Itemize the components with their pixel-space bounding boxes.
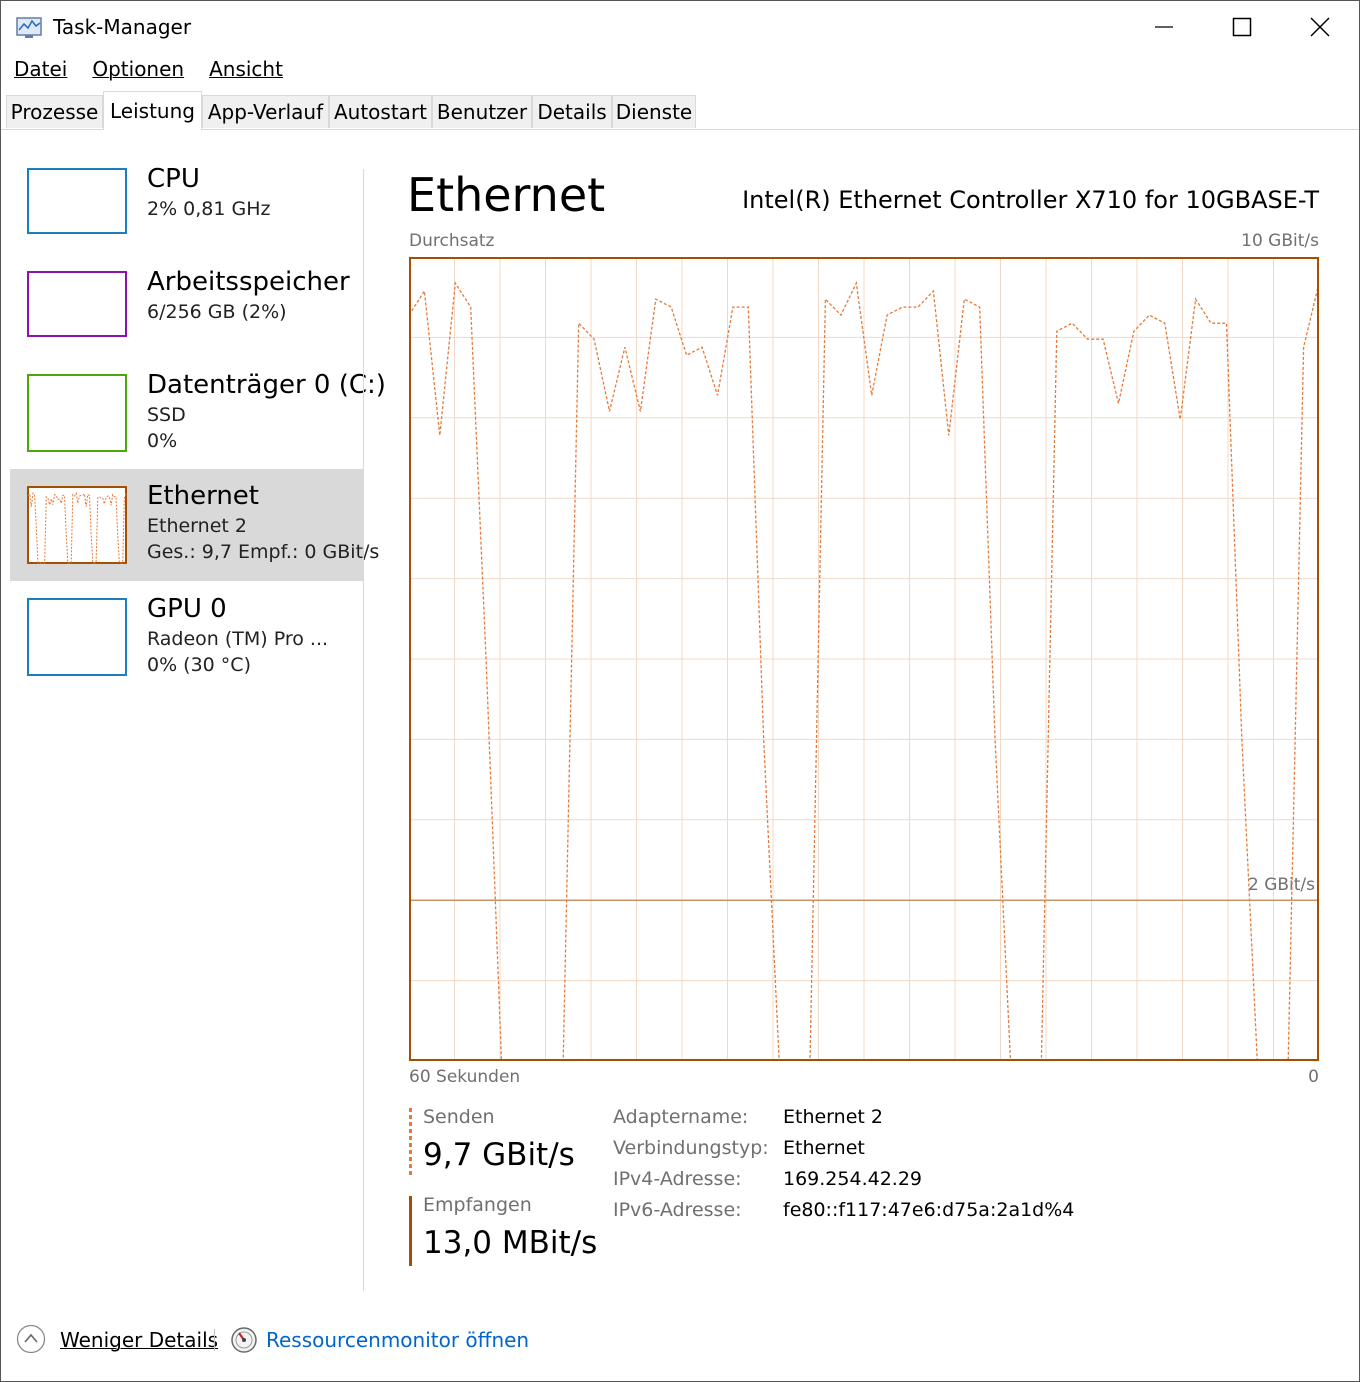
sidebar-gpu-title: GPU 0: [147, 594, 227, 624]
menu-optionen[interactable]: Optionen: [79, 57, 196, 85]
footer: Weniger Details Ressourcenmonitor öffnen: [1, 1301, 1359, 1381]
send-label: Senden: [423, 1106, 495, 1128]
property-value: 169.254.42.29: [783, 1168, 923, 1190]
sidebar-cpu-usage: 2% 0,81 GHz: [147, 198, 271, 220]
resource-sidebar: CPU 2% 0,81 GHz Arbeitsspeicher 6/256 GB…: [1, 130, 386, 1295]
performance-panel: Ethernet Intel(R) Ethernet Controller X7…: [365, 130, 1359, 1295]
tab-app-verlauf[interactable]: App-Verlauf: [202, 95, 329, 128]
chevron-up-circle-icon[interactable]: [16, 1324, 46, 1354]
property-value: Ethernet: [783, 1137, 865, 1159]
sidebar-item-ethernet[interactable]: Ethernet Ethernet 2 Ges.: 9,7 Empf.: 0 G…: [10, 469, 379, 581]
page-title: Ethernet: [407, 168, 606, 222]
property-key: IPv4-Adresse:: [613, 1168, 742, 1190]
receive-value: 13,0 MBit/s: [423, 1225, 598, 1261]
tab-prozesse[interactable]: Prozesse: [6, 95, 103, 128]
resource-monitor-icon: [231, 1327, 257, 1353]
sidebar-ethernet-title: Ethernet: [147, 481, 259, 511]
footer-separator: [214, 1329, 215, 1351]
sidebar-disk-usage: 0%: [147, 430, 178, 452]
menu-datei[interactable]: Datei: [1, 57, 79, 85]
sidebar-memory-title: Arbeitsspeicher: [147, 267, 350, 297]
disk-thumbnail: [27, 374, 127, 452]
title-bar: Task-Manager: [1, 1, 1359, 53]
memory-thumbnail: [27, 271, 127, 337]
device-name: Intel(R) Ethernet Controller X710 for 10…: [742, 186, 1319, 214]
property-value: fe80::f117:47e6:d75a:2a1d%4: [783, 1199, 1075, 1221]
time-left-label: 60 Sekunden: [409, 1067, 521, 1087]
sidebar-item-gpu[interactable]: GPU 0 Radeon (TM) Pro ... 0% (30 °C): [10, 582, 363, 694]
close-button[interactable]: [1281, 1, 1359, 53]
task-manager-window: Task-Manager Datei Optionen Ansicht Proz…: [0, 0, 1360, 1382]
tab-leistung[interactable]: Leistung: [103, 91, 202, 130]
throughput-chart: 2 GBit/s: [409, 257, 1319, 1061]
sidebar-disk-type: SSD: [147, 404, 186, 426]
tab-dienste[interactable]: Dienste: [612, 95, 696, 128]
tab-benutzer[interactable]: Benutzer: [432, 95, 532, 128]
fewer-details-button[interactable]: Weniger Details: [60, 1328, 218, 1352]
ethernet-thumbnail: [27, 486, 127, 564]
gpu-thumbnail: [27, 598, 127, 676]
menu-bar: Datei Optionen Ansicht: [1, 57, 295, 85]
maximize-icon: [1232, 17, 1252, 37]
property-key: Adaptername:: [613, 1106, 749, 1128]
cpu-thumbnail: [27, 168, 127, 234]
maximize-button[interactable]: [1203, 1, 1281, 53]
sidebar-ethernet-throughput: Ges.: 9,7 Empf.: 0 GBit/s: [147, 541, 380, 563]
sidebar-ethernet-adapter: Ethernet 2: [147, 515, 247, 537]
time-right-label: 0: [1308, 1067, 1319, 1087]
send-value: 9,7 GBit/s: [423, 1137, 575, 1173]
receive-label: Empfangen: [423, 1194, 532, 1216]
sidebar-disk-title: Datenträger 0 (C:): [147, 370, 386, 400]
sidebar-memory-usage: 6/256 GB (2%): [147, 301, 287, 323]
sidebar-item-disk[interactable]: Datenträger 0 (C:) SSD 0%: [10, 366, 386, 478]
menu-ansicht[interactable]: Ansicht: [196, 57, 295, 85]
task-manager-icon: [16, 17, 42, 38]
send-legend-bar: [409, 1108, 412, 1178]
minimize-button[interactable]: [1125, 1, 1203, 53]
sidebar-item-cpu[interactable]: CPU 2% 0,81 GHz: [10, 160, 363, 272]
graph-label: Durchsatz: [409, 231, 495, 251]
tab-strip: Prozesse Leistung App-Verlauf Autostart …: [1, 91, 1359, 130]
sidebar-item-memory[interactable]: Arbeitsspeicher 6/256 GB (2%): [10, 263, 363, 375]
property-key: Verbindungstyp:: [613, 1137, 769, 1159]
receive-legend-bar: [409, 1196, 412, 1266]
window-title: Task-Manager: [53, 15, 192, 39]
property-value: Ethernet 2: [783, 1106, 883, 1128]
property-key: IPv6-Adresse:: [613, 1199, 742, 1221]
graph-mid-label: 2 GBit/s: [1248, 875, 1315, 895]
sidebar-divider: [363, 169, 364, 1291]
sidebar-gpu-usage: 0% (30 °C): [147, 654, 251, 676]
graph-max-label: 10 GBit/s: [1241, 231, 1319, 251]
close-icon: [1310, 17, 1330, 37]
fewer-details-label: Weniger Details: [60, 1328, 219, 1352]
tab-details[interactable]: Details: [532, 95, 612, 128]
sidebar-gpu-name: Radeon (TM) Pro ...: [147, 628, 329, 650]
minimize-icon: [1155, 26, 1173, 28]
tab-autostart[interactable]: Autostart: [329, 95, 432, 128]
sidebar-cpu-title: CPU: [147, 164, 200, 194]
resource-monitor-link[interactable]: Ressourcenmonitor öffnen: [266, 1328, 529, 1352]
